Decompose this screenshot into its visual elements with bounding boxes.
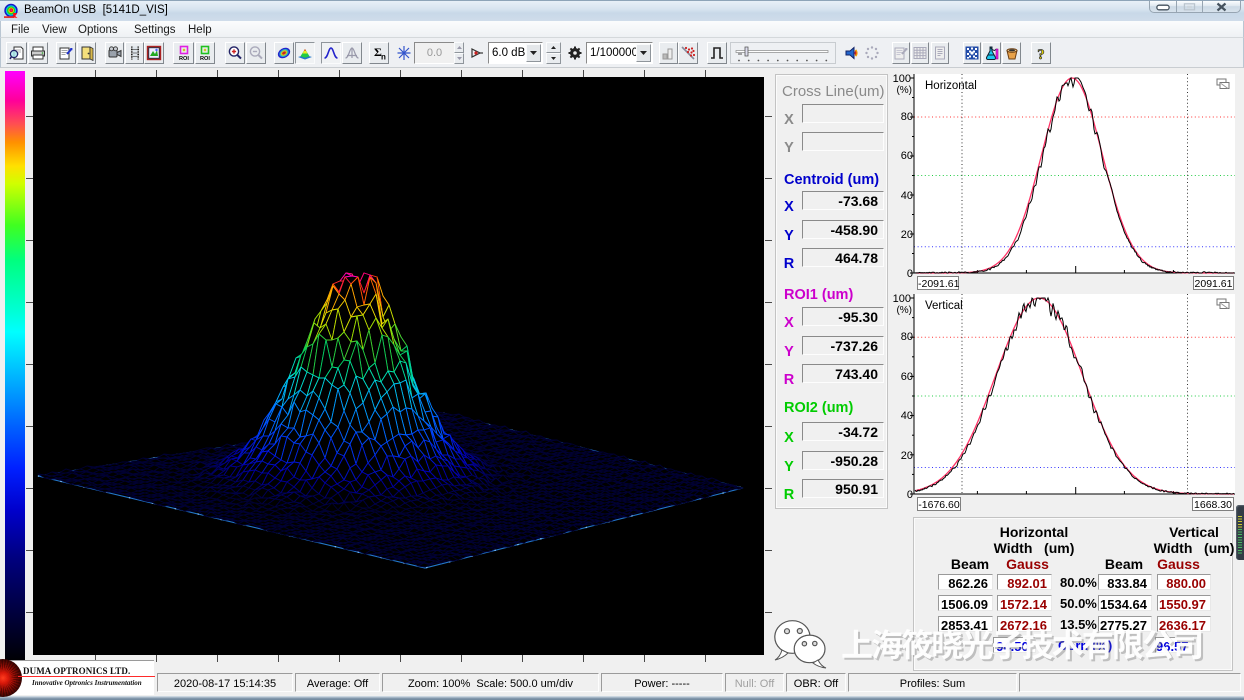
svg-text:?: ? <box>1037 47 1045 61</box>
svg-text:ROI: ROI <box>179 56 189 61</box>
svg-text:ROI: ROI <box>200 56 210 61</box>
svg-text:n: n <box>381 53 386 62</box>
